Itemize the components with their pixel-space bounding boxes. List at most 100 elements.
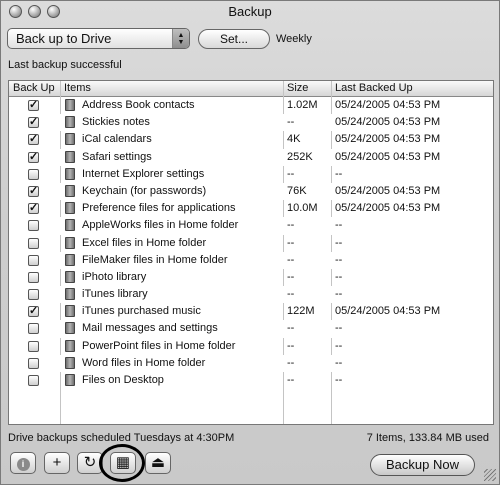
- table-row[interactable]: ✓ iTunes purchased music 122M 05/24/2005 04…: [9, 303, 493, 320]
- backup-checkbox[interactable]: ✓: [28, 100, 39, 111]
- set-button[interactable]: Set...: [198, 29, 270, 49]
- item-size: --: [287, 167, 295, 180]
- backup-checkbox[interactable]: ✓: [28, 117, 39, 129]
- table-row[interactable]: AppleWorks files in Home folder -- --: [9, 217, 493, 235]
- highlight-circle: [99, 444, 145, 482]
- item-size: --: [287, 322, 295, 335]
- backup-checkbox[interactable]: [28, 289, 39, 301]
- resize-grip-icon[interactable]: [484, 469, 496, 481]
- table-row[interactable]: iPhoto library -- --: [9, 269, 493, 286]
- table-row[interactable]: Mail messages and settings -- --: [9, 320, 493, 338]
- popup-arrows-icon: ▲ ▼: [172, 29, 189, 48]
- item-icon: [65, 99, 75, 111]
- item-name: Preference files for applications: [82, 202, 236, 215]
- item-icon: [65, 236, 75, 249]
- table-row[interactable]: ✓ Safari settings 252K 05/24/2005 04:53 PM: [9, 148, 493, 166]
- item-name: Address Book contacts: [82, 99, 195, 111]
- item-last-backed-up: 05/24/2005 04:53 PM: [335, 99, 441, 111]
- item-last-backed-up: --: [335, 253, 343, 266]
- item-icon: [65, 150, 75, 163]
- item-name: FileMaker files in Home folder: [82, 253, 228, 266]
- item-last-backed-up: 05/24/2005 04:53 PM: [335, 133, 441, 146]
- usage-summary: 7 Items, 133.84 MB used: [366, 432, 489, 444]
- header-items[interactable]: Items: [64, 82, 91, 96]
- table-row[interactable]: PowerPoint files in Home folder -- --: [9, 338, 493, 355]
- table-row[interactable]: Files on Desktop -- --: [9, 372, 493, 389]
- item-name: iTunes purchased music: [82, 305, 201, 318]
- item-name: PowerPoint files in Home folder: [82, 339, 236, 352]
- item-last-backed-up: --: [335, 374, 343, 386]
- item-name: Keychain (for passwords): [82, 184, 207, 197]
- item-last-backed-up: --: [335, 167, 343, 180]
- item-icon: [65, 305, 75, 318]
- item-icon: [65, 253, 75, 266]
- item-last-backed-up: 05/24/2005 04:53 PM: [335, 184, 441, 197]
- backup-now-button[interactable]: Backup Now: [370, 454, 475, 476]
- item-last-backed-up: --: [335, 236, 343, 249]
- eject-button[interactable]: ⏏: [145, 452, 171, 474]
- backup-checkbox[interactable]: [28, 271, 39, 283]
- table-row[interactable]: ✓ Address Book contacts 1.02M 05/24/2005 04…: [9, 97, 493, 114]
- backup-checkbox[interactable]: [28, 237, 39, 249]
- backup-checkbox[interactable]: ✓: [28, 185, 39, 197]
- backup-checkbox[interactable]: [28, 340, 39, 352]
- item-size: --: [287, 219, 295, 232]
- item-last-backed-up: 05/24/2005 04:53 PM: [335, 150, 441, 163]
- info-button[interactable]: i: [10, 452, 36, 474]
- item-size: --: [287, 374, 295, 386]
- destination-value: Back up to Drive: [16, 31, 112, 46]
- item-name: iPhoto library: [82, 270, 147, 283]
- item-size: 76K: [287, 184, 307, 197]
- table-row[interactable]: FileMaker files in Home folder -- --: [9, 251, 493, 269]
- table-row[interactable]: Excel files in Home folder -- --: [9, 235, 493, 252]
- backup-checkbox[interactable]: [28, 357, 39, 369]
- item-name: Excel files in Home folder: [82, 236, 207, 249]
- item-size: 122M: [287, 305, 315, 318]
- backup-checkbox[interactable]: ✓: [28, 306, 39, 318]
- item-size: 10.0M: [287, 202, 318, 215]
- schedule-note: Drive backups scheduled Tuesdays at 4:30…: [8, 432, 235, 444]
- backup-checkbox[interactable]: ✓: [28, 203, 39, 215]
- items-table: Back Up Items Size Last Backed Up ✓ Addre…: [8, 80, 494, 425]
- add-button[interactable]: +: [44, 452, 70, 474]
- window-title: Backup: [228, 4, 272, 19]
- table-row[interactable]: Word files in Home folder -- --: [9, 354, 493, 372]
- item-size: --: [287, 253, 295, 266]
- item-last-backed-up: --: [335, 356, 343, 369]
- item-name: Word files in Home folder: [82, 356, 206, 369]
- backup-status: Last backup successful: [8, 59, 122, 71]
- header-last-backed-up[interactable]: Last Backed Up: [335, 82, 413, 96]
- item-size: 4K: [287, 133, 301, 146]
- table-row[interactable]: ✓ Keychain (for passwords) 76K 05/24/2005 0…: [9, 182, 493, 201]
- table-row[interactable]: ✓ Preference files for applications 10.0M 0…: [9, 200, 493, 217]
- item-icon: [65, 202, 75, 215]
- item-last-backed-up: --: [335, 219, 343, 232]
- refresh-icon: ↻: [83, 454, 97, 471]
- backup-window: Backup Back up to Drive ▲ ▼ Set... Weekly…: [0, 0, 500, 485]
- header-backup[interactable]: Back Up: [13, 82, 55, 96]
- backup-checkbox[interactable]: ✓: [28, 151, 39, 163]
- item-icon: [65, 167, 75, 180]
- header-size[interactable]: Size: [287, 82, 308, 96]
- backup-checkbox[interactable]: [28, 323, 39, 335]
- backup-checkbox[interactable]: ✓: [28, 134, 39, 146]
- table-row[interactable]: ✓ iCal calendars 4K 05/24/2005 04:53 PM: [9, 131, 493, 148]
- item-size: --: [287, 236, 295, 249]
- table-row[interactable]: ✓ Stickies notes -- 05/24/2005 04:53 PM: [9, 114, 493, 132]
- table-row[interactable]: iTunes library -- --: [9, 286, 493, 304]
- toolbar: Back up to Drive ▲ ▼ Set... Weekly: [7, 28, 495, 52]
- item-name: iCal calendars: [82, 133, 152, 146]
- table-row[interactable]: Internet Explorer settings -- --: [9, 166, 493, 183]
- backup-checkbox[interactable]: [28, 220, 39, 232]
- item-icon: [65, 288, 75, 301]
- backup-checkbox[interactable]: [28, 254, 39, 266]
- item-size: 252K: [287, 150, 313, 163]
- item-last-backed-up: 05/24/2005 04:53 PM: [335, 202, 441, 215]
- backup-checkbox[interactable]: [28, 168, 39, 180]
- destination-popup[interactable]: Back up to Drive ▲ ▼: [7, 28, 190, 49]
- item-name: Stickies notes: [82, 116, 150, 129]
- backup-checkbox[interactable]: [28, 375, 39, 386]
- item-icon: [65, 356, 75, 369]
- item-name: iTunes library: [82, 288, 148, 301]
- item-name: Mail messages and settings: [82, 322, 218, 335]
